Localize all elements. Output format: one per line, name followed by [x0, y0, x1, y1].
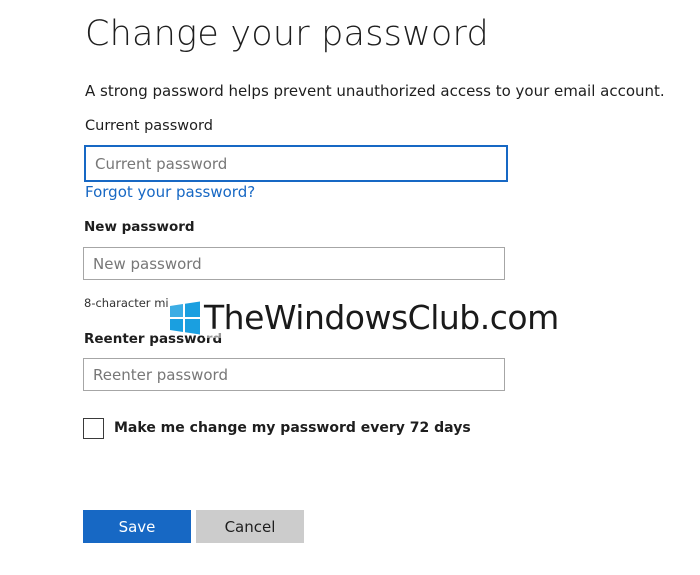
current-password-label: Current password [85, 118, 213, 134]
save-button[interactable]: Save [83, 510, 191, 543]
reenter-password-label: Reenter password [84, 331, 223, 347]
expire-password-checkbox[interactable] [83, 418, 104, 439]
expire-password-checkbox-label[interactable]: Make me change my password every 72 days [114, 420, 471, 436]
cancel-button[interactable]: Cancel [196, 510, 304, 543]
page-description: A strong password helps prevent unauthor… [85, 82, 665, 100]
watermark-text: TheWindowsClub.com [204, 298, 559, 338]
watermark: TheWindowsClub.com [168, 298, 559, 338]
page-title: Change your password [85, 14, 489, 54]
password-requirement-hint: 8-character mi [84, 296, 169, 310]
forgot-password-link[interactable]: Forgot your password? [85, 183, 255, 201]
reenter-password-field[interactable] [83, 358, 505, 391]
new-password-label: New password [84, 219, 195, 235]
new-password-field[interactable] [83, 247, 505, 280]
current-password-field[interactable] [84, 145, 508, 182]
windows-logo-icon [170, 301, 200, 335]
